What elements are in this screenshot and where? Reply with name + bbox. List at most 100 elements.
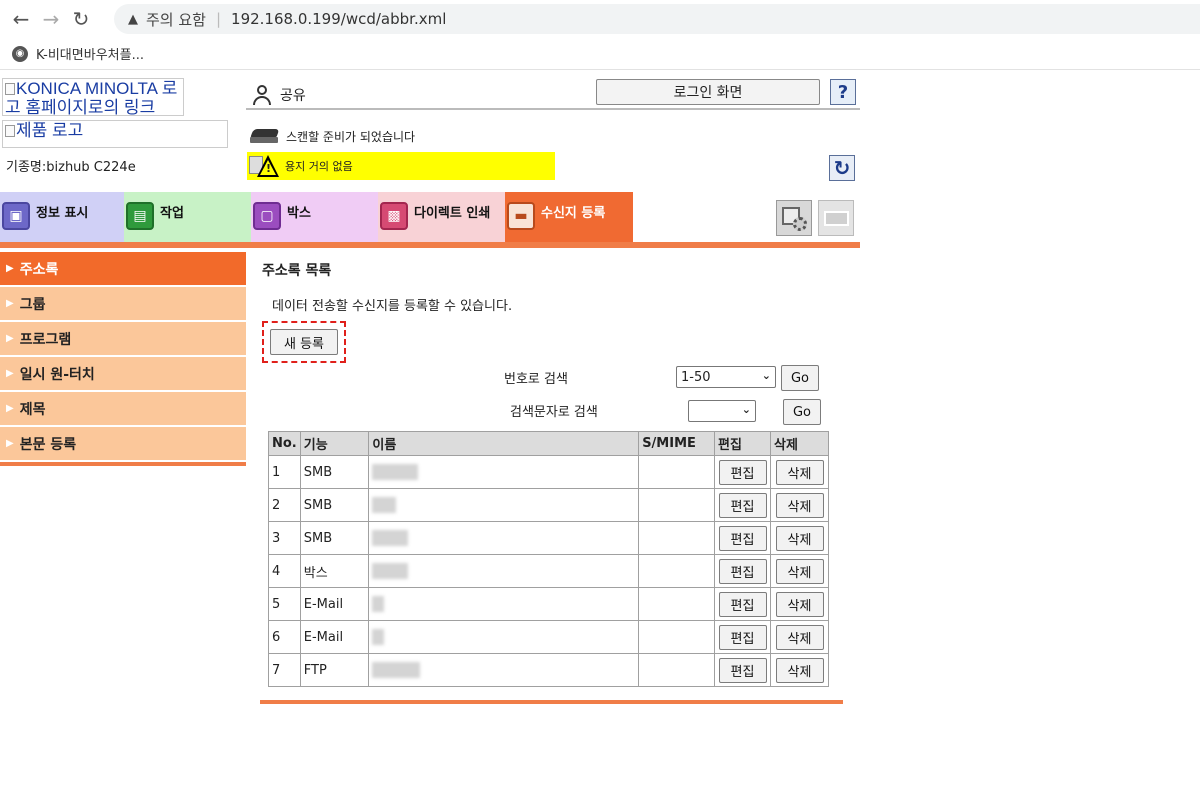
help-icon[interactable]: ? [830,79,856,105]
cell-name [368,620,640,654]
cell-name [368,488,640,522]
tab-direct-print[interactable]: ▩ 다이렉트 인쇄 [378,192,505,242]
content-bottom-line [260,700,843,704]
header-divider [246,108,860,110]
cell-edit: 편집 [714,620,772,654]
cell-delete: 삭제 [770,455,829,489]
edit-button[interactable]: 편집 [718,492,767,518]
document-icon: ▤ [126,202,154,230]
go-text-button[interactable]: Go [783,399,821,425]
tab-job[interactable]: ▤ 작업 [124,192,251,242]
tab-destination-registration[interactable]: ▬ 수신지 등록 [505,192,633,242]
delete-button[interactable]: 삭제 [775,525,824,551]
user-icon [252,84,272,106]
cell-delete: 삭제 [770,653,829,687]
back-arrow-icon[interactable]: ← [6,4,36,34]
cell-smime [638,521,716,555]
table-row: 1 SMB 편집 삭제 [268,455,829,489]
edit-button[interactable]: 편집 [718,591,767,617]
tab-box[interactable]: ▢ 박스 [251,192,378,242]
control-panel-icon[interactable] [818,200,854,236]
omnibox-separator: | [215,10,222,28]
sidebar-item-label: 본문 등록 [19,436,77,453]
cell-name [368,554,640,588]
col-function: 기능 [299,431,370,456]
sidebar-item-label: 주소록 [19,261,59,278]
edit-button[interactable]: 편집 [718,657,767,683]
redacted-name [372,596,385,612]
cell-smime [638,620,716,654]
delete-button[interactable]: 삭제 [775,624,824,650]
printer-icon: ▩ [380,202,408,230]
scanner-icon [250,128,280,144]
cell-delete: 삭제 [770,521,829,555]
sidebar-item-body-text[interactable]: ▶ 본문 등록 [0,427,246,460]
triangle-right-icon: ▶ [6,298,14,309]
table-header-row: No. 기능 이름 S/MIME 편집 삭제 [268,431,829,456]
edit-button[interactable]: 편집 [718,624,767,650]
number-range-select[interactable]: 1-50 ⌄ [676,366,776,388]
cell-function: E-Mail [299,620,370,654]
sidebar-item-label: 제목 [19,401,46,418]
warning-triangle-icon: ▲ [128,11,138,27]
redacted-name [372,629,385,645]
login-screen-button[interactable]: 로그인 화면 [596,79,820,105]
tab-label: 작업 [160,206,184,221]
address-book-icon: ▬ [507,202,535,230]
tab-info-display[interactable]: ▣ 정보 표시 [0,192,124,242]
cell-name [368,653,640,687]
cell-no: 2 [268,488,301,522]
redacted-name [372,497,397,513]
cell-edit: 편집 [714,488,772,522]
sidebar-item-subject[interactable]: ▶ 제목 [0,392,246,425]
bookmark-item[interactable]: K-비대면바우처플... [36,44,144,63]
redacted-name [372,662,421,678]
go-number-button[interactable]: Go [781,365,819,391]
new-registration-button[interactable]: 새 등록 [270,329,338,355]
refresh-icon[interactable]: ↻ [829,155,855,181]
sidebar-item-temp-one-touch[interactable]: ▶ 일시 원-터치 [0,357,246,390]
cell-delete: 삭제 [770,554,829,588]
tab-label: 박스 [287,206,311,221]
table-row: 4 박스 편집 삭제 [268,554,829,588]
page-description: 데이터 전송할 수신지를 등록할 수 있습니다. [272,299,513,314]
cell-no: 7 [268,653,301,687]
sidebar-item-program[interactable]: ▶ 프로그램 [0,322,246,355]
col-no: No. [268,431,301,456]
cell-smime [638,455,716,489]
paper-warning-text: 용지 거의 없음 [285,160,353,173]
search-text-select[interactable]: ⌄ [688,400,756,422]
edit-button[interactable]: 편집 [718,459,767,485]
redacted-name [372,563,409,579]
edit-button[interactable]: 편집 [718,558,767,584]
cell-no: 3 [268,521,301,555]
sidebar-item-label: 프로그램 [19,331,72,348]
broken-image-icon [5,83,15,95]
paper-warning-icon: ! [247,153,283,179]
redacted-name [372,464,419,480]
delete-button[interactable]: 삭제 [775,657,824,683]
reload-icon[interactable]: ↻ [66,4,96,34]
konica-minolta-logo-link[interactable]: KONICA MINOLTA 로고 홈페이지로의 링크 [2,78,184,116]
sidebar-item-group[interactable]: ▶ 그룹 [0,287,246,320]
col-smime: S/MIME [638,431,716,456]
page-title: 주소록 목록 [262,263,332,279]
delete-button[interactable]: 삭제 [775,591,824,617]
address-book-table: No. 기능 이름 S/MIME 편집 삭제 1 SMB 편집 삭제 2 SMB… [268,431,829,687]
settings-cube-gear-icon[interactable] [776,200,812,236]
delete-button[interactable]: 삭제 [775,492,824,518]
delete-button[interactable]: 삭제 [775,558,824,584]
sidebar-item-address-book[interactable]: ▶ 주소록 [0,252,246,285]
edit-button[interactable]: 편집 [718,525,767,551]
tab-label: 수신지 등록 [541,206,606,221]
cell-name [368,587,640,621]
forward-arrow-icon[interactable]: → [36,4,66,34]
cell-edit: 편집 [714,587,772,621]
cell-smime [638,488,716,522]
url-text: 192.168.0.199/wcd/abbr.xml [231,10,447,28]
cell-smime [638,587,716,621]
address-bar[interactable]: ▲ 주의 요함 | 192.168.0.199/wcd/abbr.xml [114,4,1200,34]
delete-button[interactable]: 삭제 [775,459,824,485]
main-tabs: ▣ 정보 표시 ▤ 작업 ▢ 박스 ▩ 다이렉트 인쇄 ▬ 수신지 등록 [0,192,633,242]
col-name: 이름 [368,431,640,456]
